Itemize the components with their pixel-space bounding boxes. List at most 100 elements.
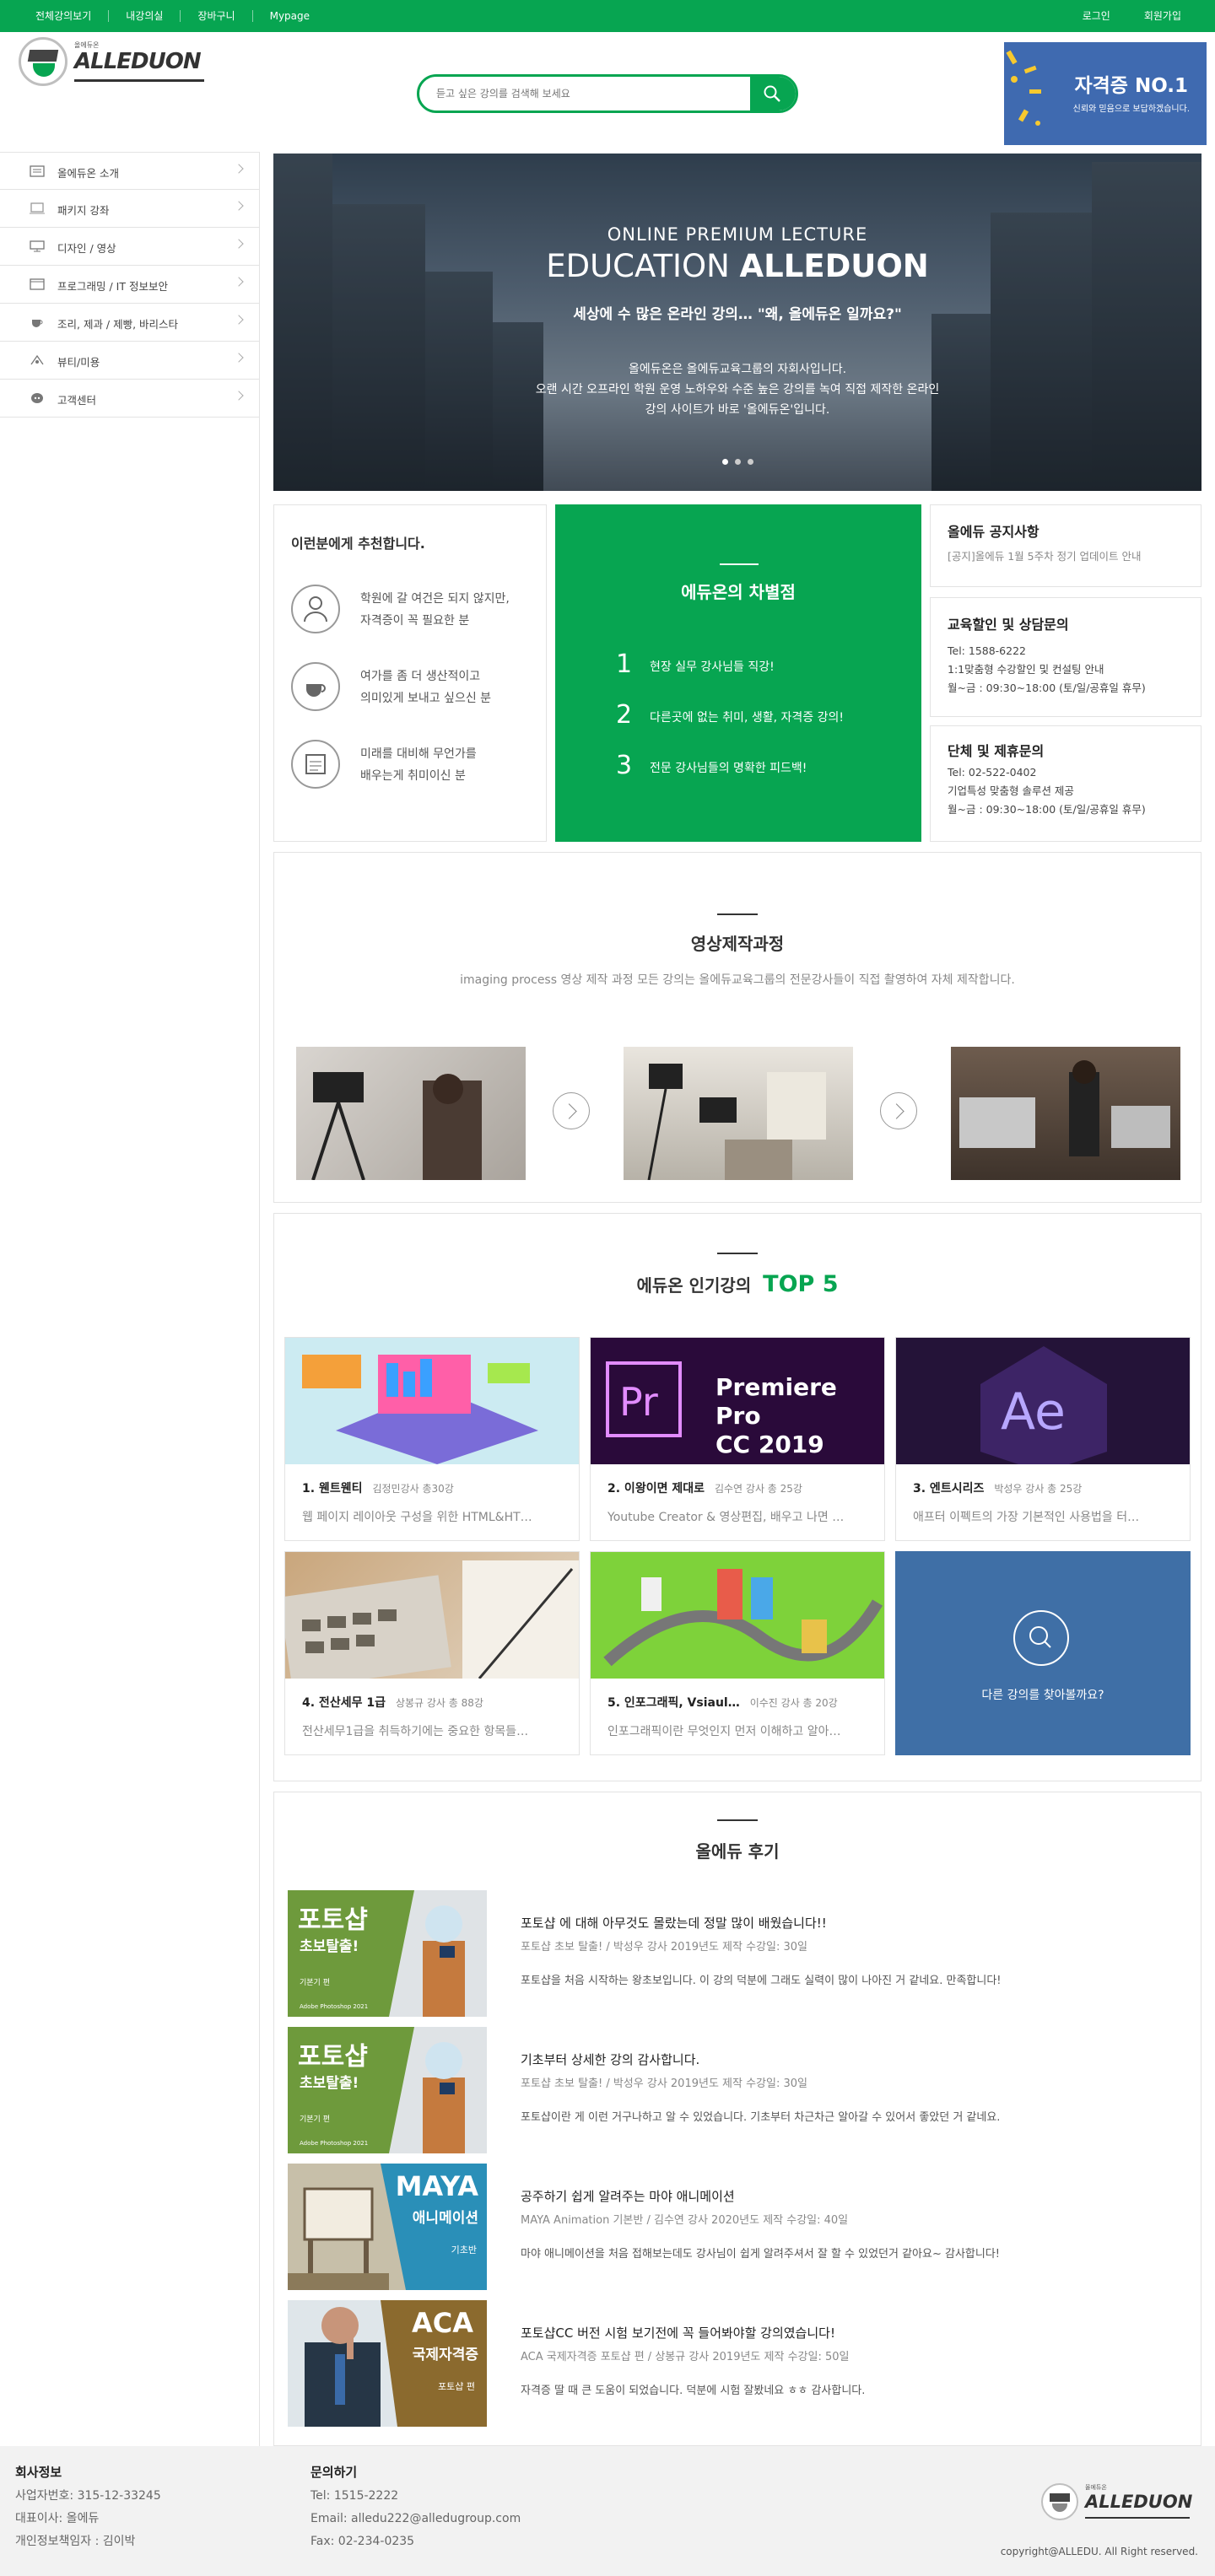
top-link-cart[interactable]: 장바구니	[180, 10, 251, 22]
next-arrow-button[interactable]	[880, 1092, 917, 1129]
calculator-photo	[285, 1560, 579, 1679]
ceo: 대표이사: 올에듀	[15, 2512, 100, 2525]
top5-tag: TOP 5	[763, 1271, 839, 1297]
cover-subtitle: 초보탈출!	[300, 1938, 359, 1955]
group-hours: 월~금 : 09:30~18:00 (토/일/공휴일 휴무)	[948, 803, 1146, 816]
review-title: 기초부터 상세한 강의 감사합니다.	[521, 2052, 700, 2067]
difference-title: 에듀온의 차별점	[681, 582, 796, 602]
review-item[interactable]: 포토샵 초보탈출! 기본기 편 Adobe Photoshop 2021 기초부…	[288, 2027, 1098, 2153]
graduation-cap-icon	[1041, 2483, 1078, 2520]
recommend-row: 미래를 대비해 무언가를배우는게 취미이신 분	[291, 740, 510, 794]
course-name: 2. 이왕이면 제대로 김수연 강사 총 25강	[608, 1479, 802, 1496]
reviews-section: 올에듀 후기 포토샵 초보탈출! 기본기 편 Adobe Photoshop 2…	[273, 1792, 1202, 2446]
course-card[interactable]: 4. 전산세무 1급 상봉규 강사 총 88강 전산세무1급을 취득하기에는 중요…	[284, 1551, 580, 1755]
svg-text:Pr: Pr	[619, 1379, 658, 1425]
book-icon	[30, 165, 45, 177]
sidebar-item-beauty[interactable]: 뷰티/미용	[0, 342, 259, 380]
sidebar-item-package[interactable]: 패키지 강좌	[0, 190, 259, 228]
review-thumbnail: MAYA 애니메이션 기초반	[288, 2164, 487, 2290]
divider-line	[717, 1819, 758, 1821]
top-link-my-classroom[interactable]: 내강의실	[108, 10, 180, 22]
course-title: 2. 이왕이면 제대로	[608, 1482, 705, 1495]
cover-level: 기초반	[451, 2245, 477, 2255]
copyright: copyright@ALLEDU. All Right reserved.	[1000, 2546, 1198, 2557]
sidebar-item-label: 프로그래밍 / IT 정보보안	[57, 280, 168, 293]
review-item[interactable]: ACA 국제자격증 포토샵 편 포토샵CC 버전 시험 보기전에 꼭 들어봐야할…	[288, 2300, 1098, 2427]
cover-title: ACA	[411, 2307, 473, 2339]
notice-panel[interactable]: 올에듀 공지사항 [공지]올에듀 1월 5주차 정기 업데이트 안내	[930, 504, 1202, 587]
difference-panel: 에듀온의 차별점 1 현장 실무 강사님들 직강! 2 다른곳에 없는 취미, 생활…	[555, 504, 921, 842]
next-arrow-button[interactable]	[553, 1092, 590, 1129]
carousel-dot[interactable]	[735, 459, 741, 465]
cover-level: 기본기 편	[300, 1979, 330, 1987]
barista-image	[959, 1060, 1170, 1156]
course-thumbnail	[591, 1552, 884, 1679]
top5-title-text: 에듀온 인기강의	[636, 1275, 752, 1296]
hero-banner: ONLINE PREMIUM LECTURE EDUCATION ALLEDUO…	[273, 154, 1202, 491]
search-button[interactable]	[750, 77, 796, 110]
hero-description: 올에듀온은 올에듀교육그룹의 자회사입니다. 오랜 시간 오프라인 학원 운영 …	[526, 359, 948, 420]
hero-line-3: 세상에 수 많은 온라인 강의… "왜, 올에듀온 일까요?"	[573, 306, 902, 323]
person-icon	[291, 585, 340, 633]
cover-subtitle: 국제자격증	[412, 2347, 478, 2363]
cover-level: 기본기 편	[300, 2115, 330, 2124]
top5-section: 에듀온 인기강의 TOP 5 1. 웬트웬티 김정민강사 총30강 웹 페이지 레…	[273, 1213, 1202, 1781]
course-title: 1. 웬트웬티	[302, 1482, 363, 1495]
privacy-officer: 개인정보책임자 : 김이박	[15, 2535, 136, 2548]
sidebar-item-design[interactable]: 디자인 / 영상	[0, 228, 259, 266]
package-icon	[30, 202, 45, 214]
production-photo	[624, 1047, 853, 1180]
top-nav-bar: 전체강의보기 내강의실 장바구니 Mypage 로그인 회원가입	[0, 0, 1215, 32]
recommend-title: 이런분에게 추천합니다.	[291, 536, 425, 552]
production-photo	[296, 1047, 526, 1180]
discount-details: Tel: 1588-6222 1:1맞춤형 수강할인 및 컨설팅 안내 월~금 …	[948, 642, 1146, 698]
carousel-dot[interactable]	[722, 459, 728, 465]
site-logo[interactable]: 올에듀온 ALLEDUON	[19, 37, 208, 88]
review-body: 포토샵이란 게 이런 거구나하고 알 수 있었습니다. 기초부터 차근차근 알아…	[521, 2111, 1001, 2124]
signup-link[interactable]: 회원가입	[1110, 10, 1181, 22]
review-meta: 포토샵 초보 탈출! / 박성우 강사 2019년도 제작 수강일: 30일	[521, 2078, 807, 2090]
review-item[interactable]: MAYA 애니메이션 기초반 공주하기 쉽게 알려주는 마야 애니메이션 MAY…	[288, 2164, 1098, 2290]
sidebar-item-cooking[interactable]: 조리, 제과 / 제빵, 바리스타	[0, 304, 259, 342]
carousel-dot[interactable]	[748, 459, 753, 465]
course-title: 4. 전산세무 1급	[302, 1696, 386, 1710]
notice-text[interactable]: [공지]올에듀 1월 5주차 정기 업데이트 안내	[948, 547, 1142, 566]
section-subtitle: imaging process 영상 제작 과정 모든 강의는 올에듀교육그룹의…	[460, 973, 1015, 987]
review-body: 포토샵을 처음 시작하는 왕초보입니다. 이 강의 덕분에 그래도 실력이 많이…	[521, 1975, 1002, 1987]
sidebar-item-support[interactable]: 고객센터	[0, 380, 259, 418]
course-card[interactable]: 5. 인포그래픽, Vsiaul… 이수진 강사 총 20강 인포그래픽이란 무엇…	[590, 1551, 885, 1755]
certificate-banner[interactable]: 자격증 NO.1 신뢰와 믿음으로 보답하겠습니다.	[1004, 42, 1207, 145]
chevron-right-icon	[234, 315, 244, 325]
top-link-all-courses[interactable]: 전체강의보기	[35, 10, 108, 22]
point-number: 3	[616, 751, 633, 780]
course-desc: 전산세무1급을 취득하기에는 중요한 항목들…	[302, 1725, 529, 1738]
course-card[interactable]: 1. 웬트웬티 김정민강사 총30강 웹 페이지 레이아웃 구성을 위한 HTML…	[284, 1337, 580, 1541]
footer-email[interactable]: Email: alledu222@alledugroup.com	[310, 2508, 521, 2530]
course-card[interactable]: Pr Premiere Pro CC 2019 2. 이왕이면 제대로 김수연 강사…	[590, 1337, 885, 1541]
top-nav-links: 전체강의보기 내강의실 장바구니 Mypage	[35, 10, 327, 22]
course-meta: 김정민강사 총30강	[372, 1483, 454, 1495]
recommend-line: 배우는게 취미이신 분	[360, 769, 466, 783]
category-sidebar: 올에듀온 소개 패키지 강좌 디자인 / 영상 프로그래밍 / IT 정보보안 …	[0, 152, 260, 2446]
point-text: 다른곳에 없는 취미, 생활, 자격증 강의!	[650, 711, 844, 725]
find-more-courses-button[interactable]: 다른 강의를 찾아볼까요?	[895, 1551, 1191, 1755]
chevron-right-icon	[234, 391, 244, 401]
group-details: Tel: 02-522-0402 기업특성 맞춤형 솔루션 제공 월~금 : 0…	[948, 763, 1146, 819]
review-thumbnail: ACA 국제자격증 포토샵 편	[288, 2300, 487, 2427]
top-link-mypage[interactable]: Mypage	[251, 10, 327, 22]
course-thumbnail	[285, 1338, 579, 1464]
course-desc: Youtube Creator & 영상편집, 배우고 나면 …	[608, 1511, 845, 1524]
premiere-title: Premiere Pro CC 2019	[716, 1373, 884, 1459]
review-item[interactable]: 포토샵 초보탈출! 기본기 편 Adobe Photoshop 2021 포토샵…	[288, 1890, 1098, 2017]
section-title: 에듀온 인기강의 TOP 5	[274, 1271, 1201, 1297]
footer-heading: 회사정보	[15, 2465, 62, 2480]
course-card[interactable]: Ae 3. 엔트시리즈 박성우 강사 총 25강 애프터 이펙트의 가장 기본적인…	[895, 1337, 1191, 1541]
footer-fax: Fax: 02-234-0235	[310, 2535, 415, 2548]
login-link[interactable]: 로그인	[1049, 10, 1110, 22]
premiere-line-2: CC 2019	[716, 1431, 824, 1458]
sidebar-item-about[interactable]: 올에듀온 소개	[0, 152, 259, 190]
search-input[interactable]	[436, 86, 740, 101]
recommend-line: 미래를 대비해 무언가를	[360, 747, 477, 761]
sidebar-item-programming[interactable]: 프로그래밍 / IT 정보보안	[0, 266, 259, 304]
footer-logo: 올에듀온 ALLEDUON	[1041, 2483, 1193, 2525]
